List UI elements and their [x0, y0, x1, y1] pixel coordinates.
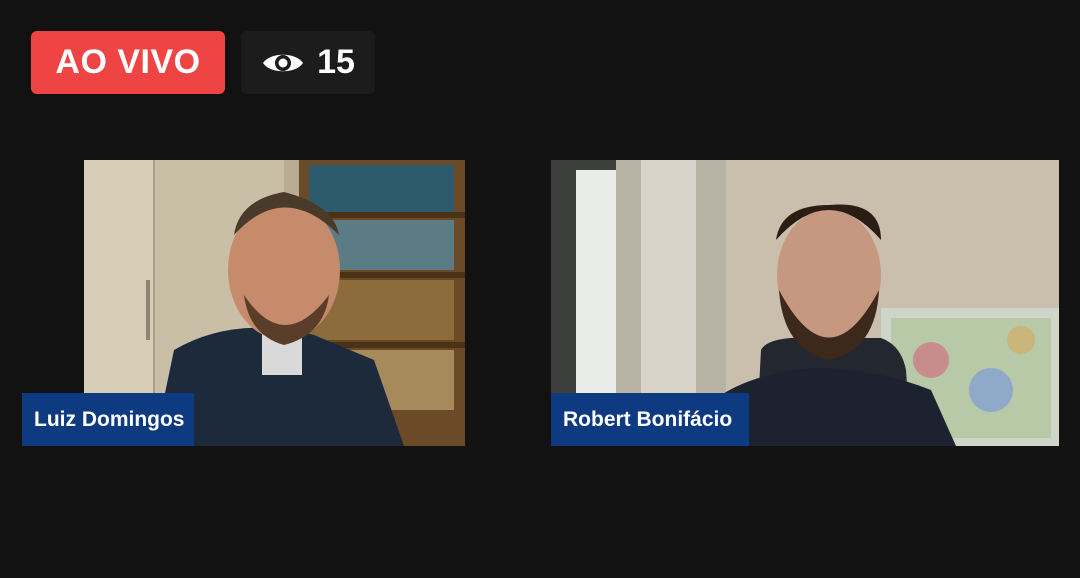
viewer-count: 15 — [317, 43, 355, 81]
live-label: AO VIVO — [55, 43, 201, 81]
viewer-count-badge: 15 — [241, 31, 375, 94]
participant-name-tag-2: Robert Bonifácio — [551, 393, 749, 446]
eye-icon — [261, 49, 305, 77]
participant-name: Luiz Domingos — [34, 407, 185, 431]
live-badge: AO VIVO — [31, 31, 225, 94]
participant-name-tag-1: Luiz Domingos — [22, 393, 194, 446]
participant-name: Robert Bonifácio — [563, 407, 733, 431]
